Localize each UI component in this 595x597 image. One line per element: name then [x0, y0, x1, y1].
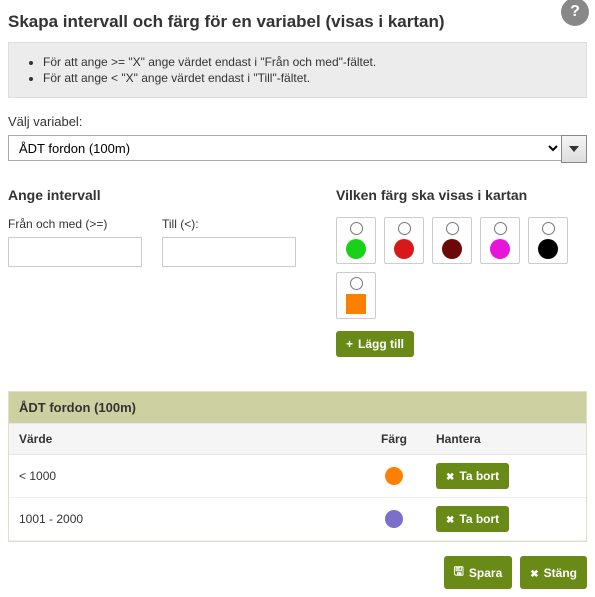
info-line-2: För att ange < "X" ange värdet endast i …	[43, 71, 576, 85]
info-line-1: För att ange >= "X" ange värdet endast i…	[43, 55, 576, 69]
table-row: 1001 - 2000 Ta bort	[9, 498, 586, 541]
color-swatch-red[interactable]	[384, 217, 424, 264]
col-value: Värde	[9, 424, 362, 454]
close-icon	[446, 512, 454, 526]
close-button[interactable]: Stäng	[520, 556, 587, 589]
page-title: Skapa intervall och färg för en variabel…	[8, 12, 587, 32]
save-button[interactable]: Spara	[444, 556, 513, 589]
remove-button[interactable]: Ta bort	[436, 463, 509, 489]
interval-heading: Ange intervall	[8, 187, 296, 203]
circle-icon	[394, 239, 414, 259]
table-title: ÅDT fordon (100m)	[9, 392, 586, 423]
save-icon	[454, 562, 464, 583]
colors-heading: Vilken färg ska visas i kartan	[336, 187, 587, 203]
color-dot-icon	[385, 467, 403, 485]
row-value: 1001 - 2000	[9, 504, 362, 534]
col-color: Färg	[362, 424, 426, 454]
circle-icon	[538, 239, 558, 259]
row-color	[362, 459, 426, 493]
color-dot-icon	[385, 510, 403, 528]
square-icon	[346, 294, 366, 314]
color-radio-black[interactable]	[542, 222, 555, 235]
circle-icon	[490, 239, 510, 259]
color-radio-orange[interactable]	[350, 277, 363, 290]
color-swatch-orange[interactable]	[336, 272, 376, 319]
to-input[interactable]	[162, 237, 296, 267]
color-radio-darkred[interactable]	[446, 222, 459, 235]
color-swatch-magenta[interactable]	[480, 217, 520, 264]
remove-button[interactable]: Ta bort	[436, 506, 509, 532]
circle-icon	[442, 239, 462, 259]
to-label: Till (<):	[162, 217, 296, 231]
chevron-down-icon	[569, 146, 579, 152]
save-button-label: Spara	[469, 566, 502, 580]
remove-button-label: Ta bort	[459, 512, 499, 526]
table-row: < 1000 Ta bort	[9, 455, 586, 498]
from-label: Från och med (>=)	[8, 217, 142, 231]
variable-label: Välj variabel:	[8, 114, 587, 129]
close-icon	[446, 469, 454, 483]
color-swatch-green[interactable]	[336, 217, 376, 264]
row-manage: Ta bort	[426, 455, 586, 497]
color-radio-red[interactable]	[398, 222, 411, 235]
color-swatch-black[interactable]	[528, 217, 568, 264]
row-value: < 1000	[9, 461, 362, 491]
from-input[interactable]	[8, 237, 142, 267]
add-button[interactable]: Lägg till	[336, 331, 414, 357]
intervals-table: ÅDT fordon (100m) Värde Färg Hantera < 1…	[8, 391, 587, 542]
close-icon	[530, 566, 538, 580]
color-radio-green[interactable]	[350, 222, 363, 235]
color-swatch-group	[336, 217, 587, 319]
color-swatch-darkred[interactable]	[432, 217, 472, 264]
color-radio-magenta[interactable]	[494, 222, 507, 235]
variable-select[interactable]: ÅDT fordon (100m)	[8, 135, 562, 161]
circle-icon	[346, 239, 366, 259]
info-box: För att ange >= "X" ange värdet endast i…	[8, 42, 587, 98]
variable-dropdown-button[interactable]	[561, 135, 587, 163]
col-manage: Hantera	[426, 424, 586, 454]
plus-icon	[346, 337, 353, 351]
add-button-label: Lägg till	[358, 337, 404, 351]
close-button-label: Stäng	[544, 566, 577, 580]
row-manage: Ta bort	[426, 498, 586, 540]
remove-button-label: Ta bort	[459, 469, 499, 483]
row-color	[362, 502, 426, 536]
